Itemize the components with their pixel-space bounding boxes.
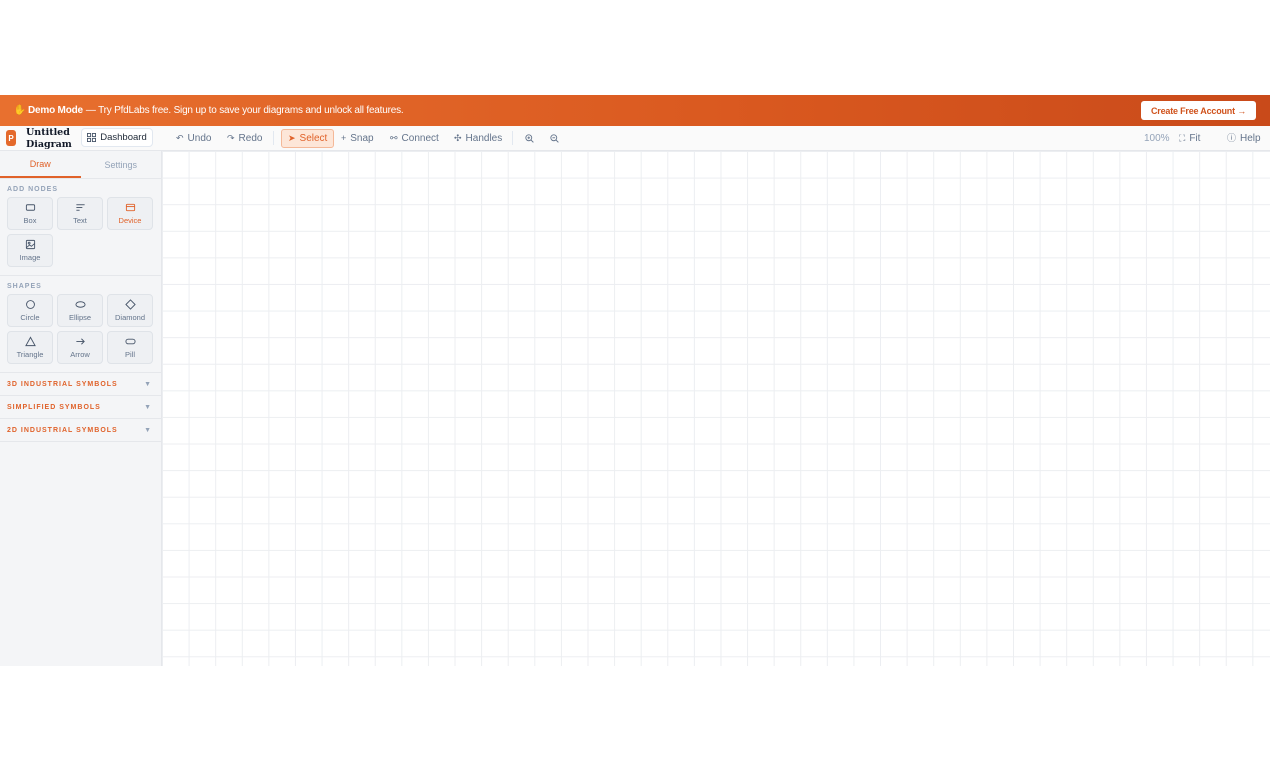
device-icon: [125, 203, 135, 212]
shapes-title: SHAPES: [7, 283, 42, 290]
section-2d-label: 2D INDUSTRIAL SYMBOLS: [7, 426, 118, 434]
diamond-icon: [124, 299, 136, 310]
handles-icon: ✣: [454, 133, 462, 143]
chevron-down-icon: ▼: [144, 380, 152, 388]
shapes-grid: Circle Ellipse Diamond Triangle Arrow Pi…: [0, 294, 161, 364]
shape-triangle-button[interactable]: Triangle: [7, 331, 53, 364]
node-text-label: Text: [73, 216, 87, 225]
pill-icon: [124, 338, 136, 345]
plus-icon: +: [341, 133, 347, 143]
shape-diamond-button[interactable]: Diamond: [107, 294, 153, 327]
fit-button[interactable]: ⛶ Fit: [1179, 130, 1200, 147]
app-window: ✋ Demo Mode — Try PfdLabs free. Sign up …: [0, 95, 1270, 666]
node-box-button[interactable]: Box: [7, 197, 53, 230]
toolbar-divider: [273, 131, 274, 145]
connect-tool-button[interactable]: ⚯ Connect: [390, 130, 439, 147]
tab-settings[interactable]: Settings: [81, 151, 162, 178]
shape-pill-button[interactable]: Pill: [107, 331, 153, 364]
undo-button[interactable]: ↶ Undo: [176, 130, 211, 147]
cursor-icon: ➤: [288, 133, 296, 143]
section-2d-industrial-symbols[interactable]: 2D INDUSTRIAL SYMBOLS ▼: [0, 419, 161, 442]
add-nodes-title: ADD NODES: [7, 186, 59, 193]
undo-label: Undo: [187, 133, 212, 144]
triangle-icon: [24, 336, 36, 347]
undo-icon: ↶: [176, 133, 184, 143]
ellipse-icon: [74, 301, 86, 308]
add-nodes-grid: Box Text Device Image: [0, 197, 161, 267]
help-button[interactable]: ⓘ Help: [1227, 130, 1261, 147]
toolbar: P Untitled Diagram Dashboard ↶ Undo ↷ Redo…: [0, 126, 1270, 151]
node-box-label: Box: [23, 216, 37, 225]
node-image-button[interactable]: Image: [7, 234, 53, 267]
fit-label: Fit: [1189, 133, 1201, 144]
link-icon: ⚯: [390, 133, 398, 143]
node-device-label: Device: [118, 216, 142, 225]
grid-icon: [87, 133, 97, 142]
redo-button[interactable]: ↷ Redo: [227, 130, 262, 147]
section-simplified-symbols[interactable]: SIMPLIFIED SYMBOLS ▼: [0, 396, 161, 419]
circle-icon: [25, 300, 35, 309]
zoom-level: 100%: [1144, 133, 1170, 144]
diagram-title[interactable]: Untitled Diagram: [26, 127, 74, 151]
zoom-out-icon: [550, 134, 559, 143]
create-account-button[interactable]: Create Free Account →: [1141, 101, 1256, 120]
snap-toggle[interactable]: + Snap: [341, 130, 374, 147]
diagram-canvas[interactable]: [162, 151, 1270, 666]
tab-draw[interactable]: Draw: [0, 151, 81, 178]
handles-toggle[interactable]: ✣ Handles: [454, 130, 502, 147]
arrow-icon: [75, 338, 85, 345]
sidebar: Draw Settings ADD NODES Box Text Device …: [0, 151, 162, 666]
node-image-label: Image: [19, 253, 41, 262]
shape-circle-label: Circle: [20, 313, 40, 322]
help-icon: ⓘ: [1227, 133, 1237, 143]
shape-diamond-label: Diamond: [114, 313, 145, 322]
zoom-in-button[interactable]: [525, 130, 534, 147]
zoom-out-button[interactable]: [550, 130, 559, 147]
sidebar-tabs: Draw Settings: [0, 151, 161, 179]
demo-banner: ✋ Demo Mode — Try PfdLabs free. Sign up …: [0, 95, 1270, 126]
handles-label: Handles: [465, 133, 503, 144]
shape-ellipse-button[interactable]: Ellipse: [57, 294, 103, 327]
app-logo[interactable]: P: [6, 130, 16, 146]
node-device-button[interactable]: Device: [107, 197, 153, 230]
banner-text: — Try PfdLabs free. Sign up to save your…: [85, 105, 404, 116]
dashboard-button[interactable]: Dashboard: [81, 128, 153, 147]
banner-bold: Demo Mode: [28, 105, 83, 116]
redo-icon: ↷: [227, 133, 235, 143]
zoom-in-icon: [525, 134, 534, 143]
section-simplified-label: SIMPLIFIED SYMBOLS: [7, 403, 101, 411]
text-icon: [75, 204, 85, 211]
chevron-down-icon: ▼: [144, 426, 152, 434]
shape-pill-label: Pill: [124, 350, 135, 359]
shape-arrow-button[interactable]: Arrow: [57, 331, 103, 364]
chevron-down-icon: ▼: [144, 403, 152, 411]
shape-triangle-label: Triangle: [16, 350, 44, 359]
help-label: Help: [1240, 133, 1261, 144]
dashboard-label: Dashboard: [100, 132, 147, 143]
toolbar-divider: [512, 131, 513, 145]
redo-label: Redo: [238, 133, 263, 144]
select-label: Select: [299, 133, 328, 144]
select-tool-button[interactable]: ➤ Select: [281, 129, 335, 148]
shape-ellipse-label: Ellipse: [68, 313, 92, 322]
node-text-button[interactable]: Text: [57, 197, 103, 230]
shape-circle-button[interactable]: Circle: [7, 294, 53, 327]
image-icon: [25, 239, 35, 250]
section-3d-label: 3D INDUSTRIAL SYMBOLS: [7, 380, 118, 388]
fit-icon: ⛶: [1179, 133, 1186, 143]
snap-label: Snap: [350, 133, 374, 144]
connect-label: Connect: [401, 133, 439, 144]
box-icon: [25, 204, 35, 211]
waving-hand-icon: ✋: [13, 105, 27, 116]
shape-arrow-label: Arrow: [70, 350, 90, 359]
section-3d-industrial-symbols[interactable]: 3D INDUSTRIAL SYMBOLS ▼: [0, 373, 161, 396]
